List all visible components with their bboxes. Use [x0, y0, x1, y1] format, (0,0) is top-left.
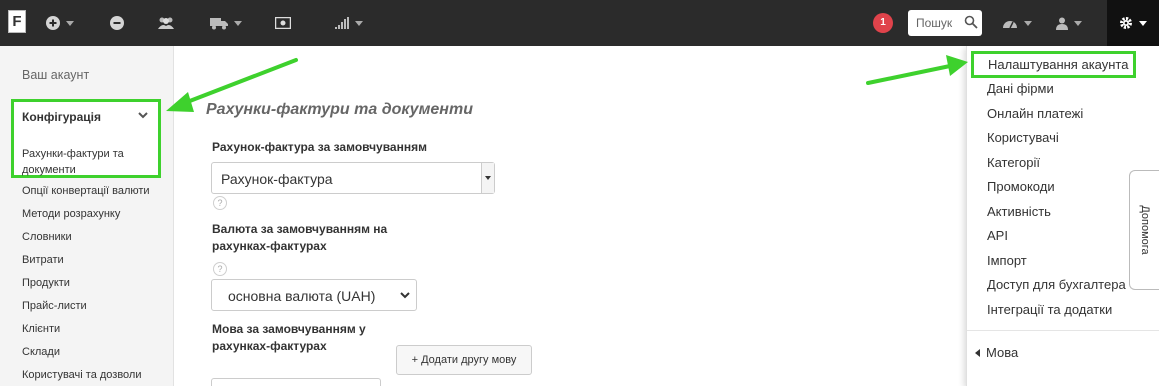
- sidebar-item[interactable]: Витрати: [22, 253, 150, 276]
- sidebar-config-group: Конфігурація Рахунки-фактури та документ…: [11, 99, 161, 178]
- menu-item[interactable]: Дані фірми: [987, 81, 1126, 106]
- default-invoice-select[interactable]: Рахунок-фактура: [211, 162, 495, 194]
- sidebar: Ваш акаунт Конфігурація Рахунки-фактури …: [0, 46, 174, 386]
- sidebar-item[interactable]: Словники: [22, 230, 150, 253]
- clients-menu[interactable]: [157, 0, 175, 46]
- delivery-menu[interactable]: [210, 0, 242, 46]
- default-invoice-label: Рахунок-фактура за замовчуванням: [212, 140, 427, 154]
- menu-item[interactable]: Категорії: [987, 155, 1126, 180]
- caret-left-icon: [975, 348, 980, 357]
- sidebar-item[interactable]: Клієнти: [22, 322, 150, 345]
- menu-item[interactable]: Доступ для бухгалтера: [987, 277, 1126, 302]
- caret-down-icon: [66, 20, 74, 26]
- divider: [967, 330, 1159, 331]
- truck-icon: [210, 17, 228, 29]
- caret-down-icon: [355, 20, 363, 26]
- app-logo[interactable]: F: [8, 10, 26, 33]
- money-menu[interactable]: [275, 0, 291, 46]
- sidebar-list: Опції конвертації валюти Методи розрахун…: [22, 184, 150, 386]
- help-icon[interactable]: ?: [213, 262, 227, 276]
- menu-item-account-settings[interactable]: Налаштування акаунта: [971, 51, 1136, 78]
- menu-item[interactable]: Онлайн платежі: [987, 106, 1126, 131]
- settings-menu[interactable]: [1107, 0, 1159, 46]
- search-icon[interactable]: [964, 15, 978, 29]
- plus-circle-icon: [46, 16, 60, 30]
- chevron-down-icon[interactable]: [138, 112, 148, 119]
- menu-item[interactable]: Активність: [987, 204, 1126, 229]
- gear-icon: [1120, 17, 1132, 29]
- menu-item[interactable]: API: [987, 228, 1126, 253]
- add-menu[interactable]: [46, 0, 74, 46]
- menu-item[interactable]: Промокоди: [987, 179, 1126, 204]
- select-toggle[interactable]: [481, 163, 494, 193]
- sidebar-item-invoices[interactable]: Рахунки-фактури та документи: [22, 146, 152, 178]
- dashboard-icon: [1003, 21, 1017, 29]
- sidebar-item[interactable]: Користувачі та дозволи: [22, 368, 150, 386]
- user-menu[interactable]: [1056, 0, 1082, 46]
- default-invoice-value: Рахунок-фактура: [221, 171, 333, 187]
- menu-item-language[interactable]: Мова: [975, 345, 1018, 360]
- menu-item[interactable]: Імпорт: [987, 253, 1126, 278]
- caret-down-icon: [1024, 20, 1032, 26]
- remove-menu[interactable]: [110, 0, 124, 46]
- minus-circle-icon: [110, 16, 124, 30]
- search-input[interactable]: [908, 10, 964, 36]
- search-box[interactable]: [908, 10, 982, 36]
- menu-item[interactable]: Інтеграції та додатки: [987, 302, 1126, 327]
- language-label: Мова: [986, 345, 1019, 360]
- caret-down-icon: [234, 20, 242, 26]
- menu-item[interactable]: Користувачі: [987, 130, 1126, 155]
- add-second-language-button[interactable]: + Додати другу мову: [396, 345, 532, 375]
- sidebar-item[interactable]: Опції конвертації валюти: [22, 184, 150, 207]
- reports-menu[interactable]: [335, 0, 363, 46]
- notification-badge[interactable]: 1: [873, 13, 893, 33]
- help-tab[interactable]: Допомога: [1129, 170, 1159, 290]
- top-navbar: F 1: [0, 0, 1159, 46]
- page-title: Рахунки-фактури та документи: [206, 101, 473, 118]
- signal-bars-icon: [335, 17, 349, 29]
- help-icon[interactable]: ?: [213, 196, 227, 210]
- dropdown-list: Дані фірми Онлайн платежі Користувачі Ка…: [987, 81, 1126, 326]
- default-language-select[interactable]: [211, 378, 381, 386]
- sidebar-item[interactable]: Склади: [22, 345, 150, 368]
- users-icon: [158, 17, 174, 29]
- user-icon: [1056, 17, 1068, 30]
- sidebar-section-title[interactable]: Конфігурація: [22, 110, 101, 124]
- annotation-arrow-right: [866, 55, 968, 85]
- help-tab-label: Допомога: [1138, 205, 1151, 255]
- dashboard-menu[interactable]: [1002, 0, 1032, 46]
- sidebar-account-link[interactable]: Ваш акаунт: [22, 68, 89, 82]
- money-icon: [275, 17, 291, 29]
- caret-down-icon: [485, 176, 491, 180]
- default-currency-label: Валюта за замовчуванням на рахунках-факт…: [212, 222, 388, 253]
- sidebar-item[interactable]: Методи розрахунку: [22, 207, 150, 230]
- sidebar-item[interactable]: Продукти: [22, 276, 150, 299]
- default-currency-select[interactable]: основна валюта (UAH): [211, 279, 417, 311]
- caret-down-icon: [1074, 20, 1082, 26]
- sidebar-item[interactable]: Прайс-листи: [22, 299, 150, 322]
- chevron-down-icon: [400, 292, 410, 299]
- default-language-label: Мова за замовчуванням у рахунках-фактура…: [212, 322, 366, 353]
- default-currency-value: основна валюта (UAH): [228, 288, 376, 304]
- caret-down-icon: [1139, 20, 1147, 26]
